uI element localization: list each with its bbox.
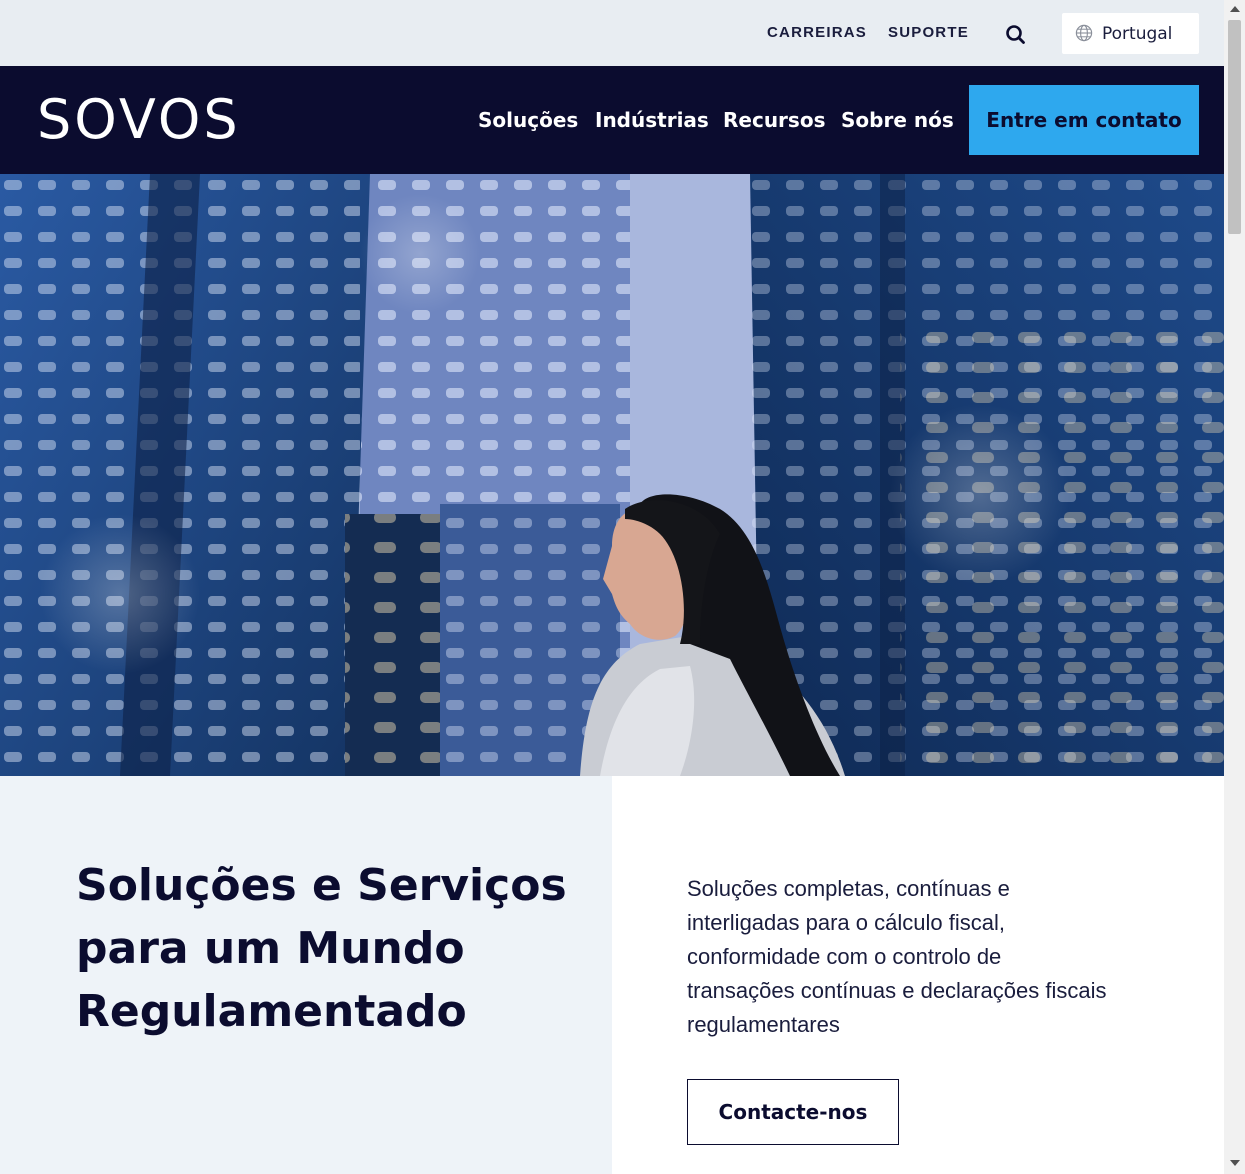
main-nav: SOVOS Soluções Indústrias Recursos Sobre… [0, 66, 1224, 174]
scroll-thumb[interactable] [1228, 20, 1241, 234]
support-link[interactable]: SUPORTE [888, 24, 969, 41]
scroll-down-arrow-icon[interactable] [1230, 1160, 1240, 1166]
utility-bar: CARREIRAS SUPORTE Portugal [0, 0, 1224, 66]
nav-item-industrias[interactable]: Indústrias [595, 108, 709, 132]
nav-item-recursos[interactable]: Recursos [723, 108, 825, 132]
page-scrollbar[interactable] [1224, 0, 1245, 1174]
globe-icon [1075, 24, 1093, 42]
search-icon[interactable] [1002, 21, 1030, 47]
hero-description: Soluções completas, contínuas e interlig… [687, 876, 1107, 1037]
scroll-up-arrow-icon[interactable] [1230, 6, 1240, 12]
contact-us-button[interactable]: Contacte-nos [687, 1079, 899, 1145]
sovos-logo[interactable]: SOVOS [37, 88, 241, 151]
nav-item-sobre-nos[interactable]: Sobre nós [841, 108, 954, 132]
nav-item-solucoes[interactable]: Soluções [478, 108, 578, 132]
contact-cta-button[interactable]: Entre em contato [969, 85, 1199, 155]
hero-image [0, 174, 1224, 776]
careers-link[interactable]: CARREIRAS [767, 24, 867, 41]
language-selector[interactable]: Portugal [1062, 13, 1199, 54]
hero-headline: Soluções e Serviços para um Mundo Regula… [76, 860, 567, 1037]
language-label: Portugal [1102, 24, 1173, 44]
